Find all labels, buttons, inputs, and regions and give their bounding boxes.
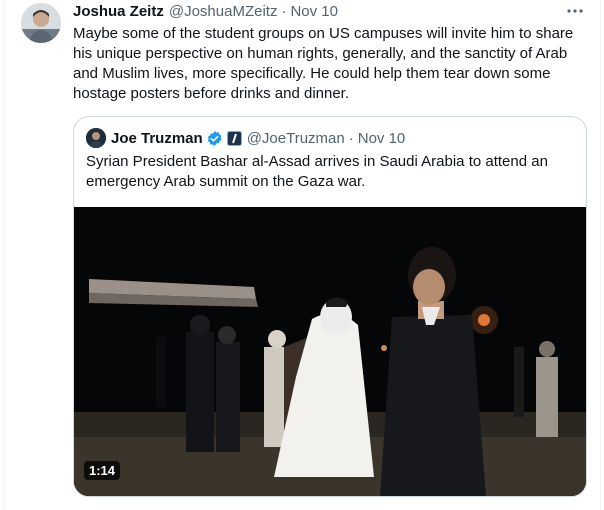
quoted-author-handle: @JoeTruzman — [246, 129, 345, 147]
affiliation-badge-icon — [226, 130, 242, 146]
quoted-tweet-text: Syrian President Bashar al-Assad arrives… — [86, 153, 548, 190]
quoted-tweet-header: Joe Truzman @JoeTruzman · Nov 10 — [86, 128, 405, 148]
timeline-border-right — [600, 0, 601, 510]
video-duration-badge: 1:14 — [84, 461, 121, 480]
quoted-author-avatar — [86, 128, 106, 148]
header-separator: · — [281, 2, 287, 20]
timeline-border-left — [3, 0, 4, 510]
more-options-icon[interactable] — [564, 0, 586, 22]
author-handle[interactable]: @JoshuaMZeitz — [169, 3, 278, 20]
quoted-tweet[interactable]: Joe Truzman @JoeTruzman · Nov 10 Syrian … — [73, 116, 587, 497]
quoted-header-separator: · — [348, 129, 354, 147]
tweet-timestamp[interactable]: Nov 10 — [290, 3, 338, 20]
video-frame-image — [74, 207, 586, 496]
tweet-text: Maybe some of the student groups on US c… — [73, 25, 574, 102]
author-avatar[interactable] — [21, 3, 61, 43]
quoted-timestamp: Nov 10 — [357, 129, 406, 147]
tweet-header: Joshua Zeitz @JoshuaMZeitz · Nov 10 — [73, 2, 338, 20]
verified-badge-icon — [206, 130, 223, 147]
quoted-author-name: Joe Truzman — [111, 129, 203, 147]
video-player[interactable]: 1:14 — [74, 207, 586, 496]
author-name[interactable]: Joshua Zeitz — [73, 3, 164, 20]
